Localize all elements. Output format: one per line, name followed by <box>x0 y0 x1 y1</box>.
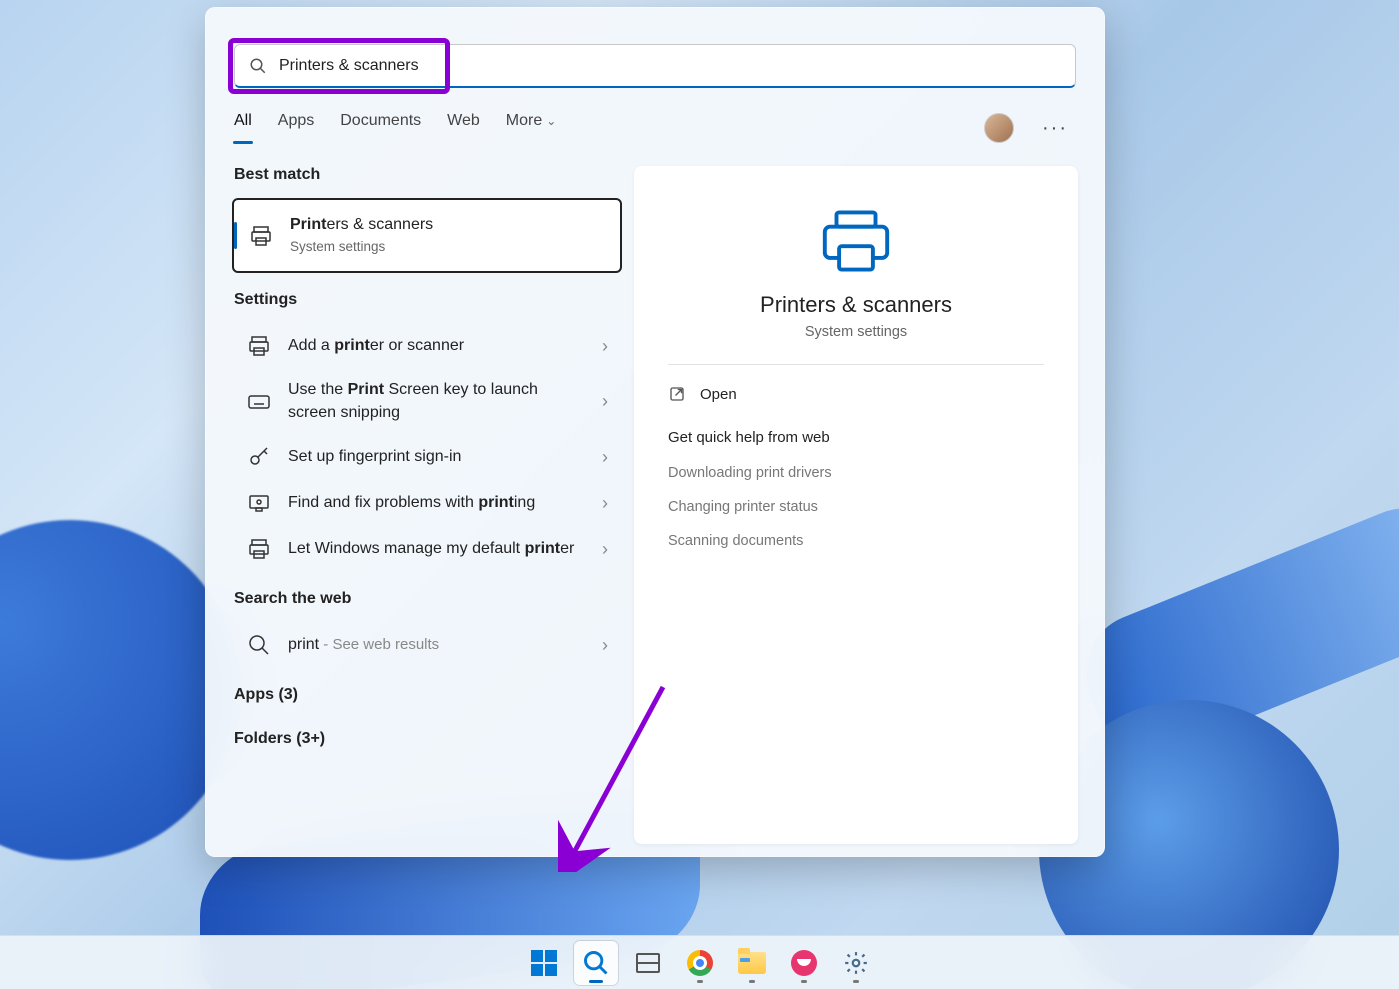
settings-result-troubleshoot-printing[interactable]: Find and fix problems with printing › <box>232 480 622 526</box>
settings-result-default-printer[interactable]: Let Windows manage my default printer › <box>232 526 622 572</box>
lips-icon <box>791 950 817 976</box>
tab-apps[interactable]: Apps <box>278 112 314 144</box>
start-search-panel: All Apps Documents Web More⌄ ··· Best ma… <box>205 7 1105 857</box>
chevron-right-icon: › <box>602 539 608 560</box>
search-input[interactable] <box>279 57 1061 75</box>
tab-documents[interactable]: Documents <box>340 112 421 144</box>
more-options-button[interactable]: ··· <box>1034 113 1076 144</box>
section-folders-count[interactable]: Folders (3+) <box>234 730 622 748</box>
task-view-button[interactable] <box>626 941 670 985</box>
web-result[interactable]: print - See web results › <box>232 622 622 668</box>
open-action[interactable]: Open <box>654 375 1058 413</box>
printer-icon <box>248 223 274 249</box>
help-link[interactable]: Changing printer status <box>654 490 1058 524</box>
chevron-right-icon: › <box>602 336 608 357</box>
section-settings: Settings <box>234 291 622 309</box>
start-button[interactable] <box>522 941 566 985</box>
search-icon <box>582 949 610 977</box>
printer-icon <box>246 536 272 562</box>
taskbar-app-lips[interactable] <box>782 941 826 985</box>
search-icon <box>246 632 272 658</box>
best-match-result[interactable]: Printers & scanners System settings <box>232 198 622 273</box>
gear-icon <box>843 950 869 976</box>
search-filter-tabs: All Apps Documents Web More⌄ <box>234 112 556 144</box>
detail-title: Printers & scanners <box>760 292 952 318</box>
printer-icon <box>246 333 272 359</box>
chrome-icon <box>687 950 713 976</box>
open-icon <box>668 385 686 403</box>
taskbar <box>0 935 1399 989</box>
task-view-icon <box>636 953 660 973</box>
chevron-right-icon: › <box>602 447 608 468</box>
tab-all[interactable]: All <box>234 112 252 144</box>
section-best-match: Best match <box>234 166 622 184</box>
settings-result-add-printer[interactable]: Add a printer or scanner › <box>232 323 622 369</box>
tab-web[interactable]: Web <box>447 112 480 144</box>
chevron-down-icon: ⌄ <box>546 114 556 128</box>
help-link[interactable]: Scanning documents <box>654 524 1058 558</box>
taskbar-chrome[interactable] <box>678 941 722 985</box>
help-link[interactable]: Downloading print drivers <box>654 456 1058 490</box>
settings-result-printscreen[interactable]: Use the Print Screen key to launch scree… <box>232 369 622 434</box>
results-list: Best match Printers & scanners System se… <box>232 166 622 844</box>
tab-more[interactable]: More⌄ <box>506 112 557 144</box>
help-section-header: Get quick help from web <box>654 413 1058 456</box>
printer-large-icon <box>817 206 895 276</box>
search-box[interactable] <box>234 44 1076 88</box>
chevron-right-icon: › <box>602 493 608 514</box>
chevron-right-icon: › <box>602 391 608 412</box>
windows-logo-icon <box>531 950 557 976</box>
section-apps-count[interactable]: Apps (3) <box>234 686 622 704</box>
user-avatar[interactable] <box>984 113 1014 143</box>
key-icon <box>246 444 272 470</box>
section-search-web: Search the web <box>234 590 622 608</box>
detail-subtitle: System settings <box>805 324 907 340</box>
search-icon <box>249 57 267 75</box>
keyboard-icon <box>246 389 272 415</box>
taskbar-file-explorer[interactable] <box>730 941 774 985</box>
settings-result-fingerprint[interactable]: Set up fingerprint sign-in › <box>232 434 622 480</box>
taskbar-settings[interactable] <box>834 941 878 985</box>
chevron-right-icon: › <box>602 635 608 656</box>
result-detail-pane: Printers & scanners System settings Open… <box>634 166 1078 844</box>
troubleshoot-icon <box>246 490 272 516</box>
folder-icon <box>738 952 766 974</box>
taskbar-search-button[interactable] <box>574 941 618 985</box>
divider <box>668 364 1044 365</box>
